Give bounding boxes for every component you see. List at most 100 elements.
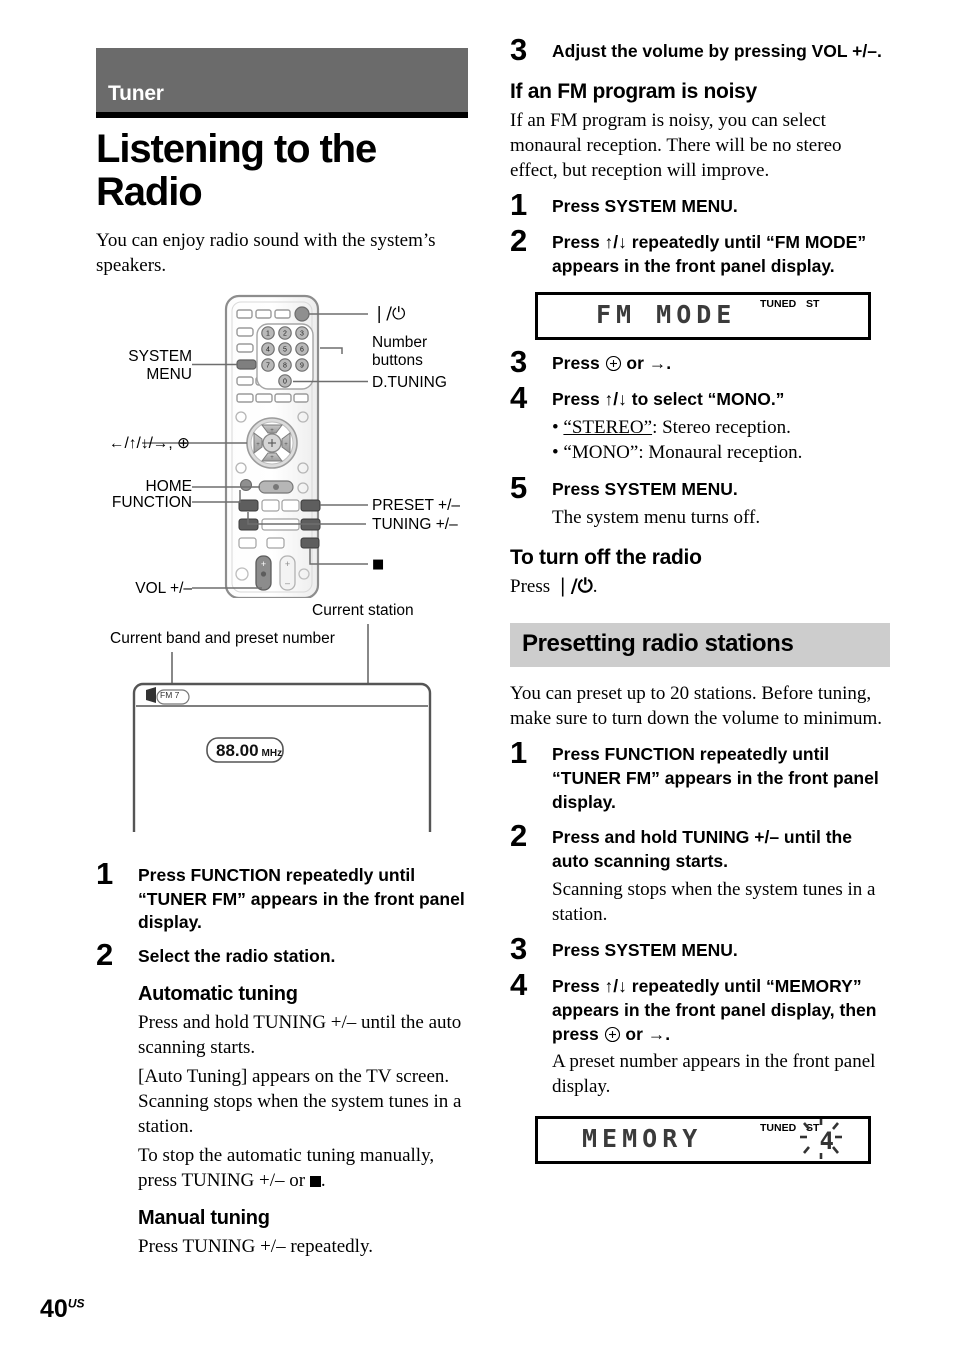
step-text: Press FUNCTION repeatedly until “TUNER F…: [138, 864, 465, 933]
remote-label-stop: ■: [372, 556, 385, 572]
remote-function-row: [236, 393, 309, 403]
step-sub-text: Scanning stops when the system tunes in …: [552, 879, 876, 926]
step-number: 1: [510, 187, 528, 223]
svg-text:2: 2: [283, 330, 287, 337]
automatic-tuning-p3: To stop the automatic tuning manually, p…: [138, 1145, 435, 1192]
transport-row-3: [238, 537, 320, 549]
page-region-suffix: US: [67, 1296, 85, 1311]
chapter-title: Tuner: [108, 82, 164, 105]
step-number: 4: [510, 966, 528, 1002]
section-header-label: Presetting radio stations: [522, 629, 794, 657]
front-panel-display-memory: MEMORY TUNED ST 4: [535, 1115, 871, 1164]
step-sub-text: The system menu turns off.: [552, 506, 761, 528]
step-number: 3: [510, 931, 528, 967]
fm-step-5: 5 Press SYSTEM MENU. The system menu tur…: [510, 472, 890, 530]
blinking-indicator-icon: [800, 1118, 842, 1159]
step-text: Press ↑/↓ to select “MONO.”: [552, 389, 785, 410]
step-text: Adjust the volume by pressing VOL +/–.: [552, 41, 882, 61]
automatic-tuning-p1: Press and hold TUNING +/– until the auto…: [138, 1011, 462, 1059]
front-panel-display-fm-mode: FM MODE TUNED ST: [535, 292, 871, 341]
remote-label-number-buttons: Number buttons: [372, 333, 428, 369]
svg-text:0: 0: [283, 378, 287, 385]
preset-step-2: 2 Press and hold TUNING +/– until the au…: [510, 820, 890, 927]
svg-text:+: +: [284, 442, 288, 448]
presetting-intro: You can preset up to 20 stations. Before…: [510, 682, 883, 729]
frequency-unit: MHz: [261, 747, 283, 759]
fm-step-3: 3 Press or →.: [510, 346, 890, 377]
svg-text:1: 1: [266, 330, 270, 337]
tv-screen-illustration: [132, 623, 432, 832]
heading-fm-noisy: If an FM program is noisy: [510, 79, 757, 103]
remote-label-cursor-enter: ←/↑/↓/→, ⊕: [108, 434, 190, 452]
remote-control-figure: 123 456 789 0 + + + + + + – SYSTEM MENU …: [96, 288, 468, 599]
stop-square-icon: [309, 1176, 321, 1188]
band-chip-label: FM 7: [160, 689, 180, 700]
turn-off-text: Press ❘/⏻.: [510, 574, 598, 597]
step-number: 1: [510, 735, 528, 771]
fm-step-1: 1 Press SYSTEM MENU.: [510, 189, 890, 220]
enter-button-icon: [604, 1026, 620, 1042]
step-number: 3: [510, 344, 528, 380]
step-text: Press SYSTEM MENU.: [552, 196, 738, 217]
step-number: 3: [510, 32, 528, 67]
manual-page: Tuner Listening to the Radio You can enj…: [0, 0, 954, 1352]
chapter-band: Tuner: [96, 48, 468, 112]
left-column: Tuner Listening to the Radio You can enj…: [96, 48, 468, 1260]
remote-label-tuning: TUNING +/–: [372, 515, 458, 533]
svg-text:+: +: [256, 442, 260, 448]
transport-row-1: [238, 499, 321, 512]
step-text: Press SYSTEM MENU.: [552, 940, 738, 961]
right-step-3-volume: 3 Adjust the volume by pressing VOL +/–.: [510, 34, 890, 65]
step-number: 4: [510, 380, 528, 416]
svg-text:+: +: [285, 559, 290, 569]
svg-text:8: 8: [283, 362, 287, 369]
svg-text:3: 3: [300, 330, 304, 337]
remote-label-vol: VOL +/–: [135, 579, 192, 597]
remote-label-power: ❘/⏻: [372, 303, 406, 324]
option-mono-label: “MONO”: [563, 442, 639, 464]
left-step-1: 1 Press FUNCTION repeatedly until “TUNER…: [96, 858, 468, 935]
intro-paragraph: You can enjoy radio sound with the syste…: [96, 229, 436, 276]
heading-turn-off-radio: To turn off the radio: [510, 545, 702, 569]
front-panel-text: MEMORY: [582, 1123, 703, 1153]
heading-manual-tuning: Manual tuning: [138, 1207, 270, 1230]
section-header-presetting: Presetting radio stations: [510, 622, 890, 667]
svg-text:+: +: [270, 455, 274, 461]
step-number: 1: [96, 855, 114, 891]
step-text: Press ↑/↓ repeatedly until “FM MODE” app…: [552, 231, 867, 276]
remote-label-system-menu: SYSTEM MENU: [128, 347, 192, 383]
svg-text:7: 7: [266, 362, 270, 369]
manual-tuning-p1: Press TUNING +/– repeatedly.: [138, 1236, 373, 1258]
option-mono: • “MONO”: Monaural reception.: [552, 442, 803, 464]
step-text: Press FUNCTION repeatedly until “TUNER F…: [552, 744, 879, 812]
stop-button: [300, 537, 320, 549]
indicator-st: ST: [806, 298, 820, 311]
front-panel-text: FM MODE: [596, 300, 737, 330]
step-number: 2: [510, 818, 528, 854]
step-text: Press SYSTEM MENU.: [552, 478, 738, 499]
preset-button: [300, 499, 321, 512]
step-number: 5: [510, 469, 528, 505]
option-stereo: • “STEREO”: Stereo reception.: [552, 417, 791, 439]
power-icon: ❘/⏻: [554, 574, 593, 597]
left-step-2: 2 Select the radio station.: [96, 939, 468, 970]
preset-step-1: 1 Press FUNCTION repeatedly until “TUNER…: [510, 737, 890, 814]
remote-label-function: FUNCTION: [111, 493, 192, 511]
cursor-dpad: + + + +: [246, 416, 298, 469]
step-text: Press and hold TUNING +/– until the auto…: [552, 827, 852, 872]
svg-text:+: +: [270, 428, 274, 434]
system-menu-button: [236, 359, 257, 370]
step-text: Select the radio station.: [138, 946, 336, 967]
heading-automatic-tuning: Automatic tuning: [138, 982, 298, 1005]
step-text: Press or →.: [552, 353, 672, 374]
step-text: Press ↑/↓ repeatedly until “MEMORY” appe…: [552, 975, 877, 1044]
remote-label-preset: PRESET +/–: [372, 496, 461, 514]
svg-text:5: 5: [283, 346, 287, 353]
page-number: 40US: [40, 1295, 85, 1323]
preset-step-4: 4 Press ↑/↓ repeatedly until “MEMORY” ap…: [510, 969, 890, 1100]
step-sub-text: A preset number appears in the front pan…: [552, 1051, 876, 1098]
fm-noisy-intro: If an FM program is noisy, you can selec…: [510, 109, 842, 181]
right-column: 3 Adjust the volume by pressing VOL +/–.…: [510, 34, 890, 1164]
tv-display-figure: Current station Current band and preset …: [96, 602, 468, 852]
page-title: Listening to the Radio: [96, 127, 377, 214]
